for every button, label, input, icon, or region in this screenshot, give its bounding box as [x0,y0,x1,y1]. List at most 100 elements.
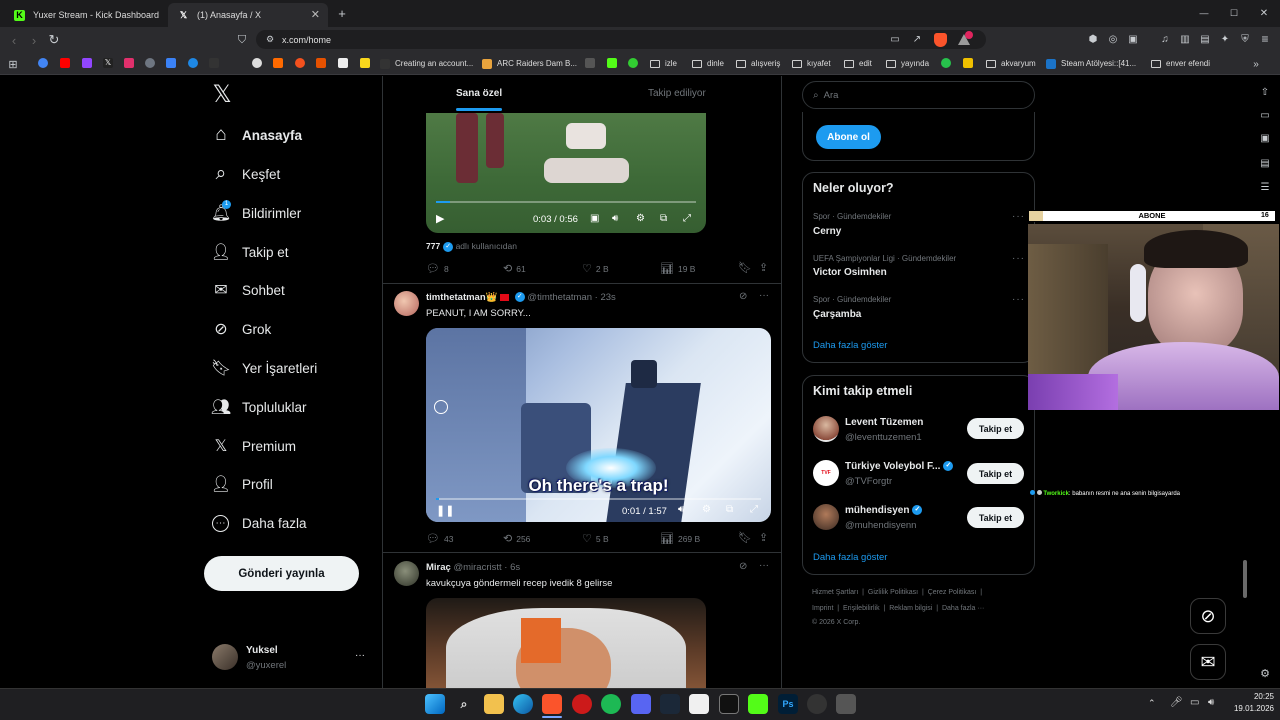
play-icon[interactable]: ▶ [436,212,444,225]
video-progress-track[interactable] [436,201,696,203]
instagram-icon[interactable] [124,58,134,68]
shield-icon[interactable]: ⬢ [1086,32,1100,46]
like-button[interactable]: ♡ 5 B [582,532,609,545]
share-button[interactable]: ⇪ [759,531,772,544]
share-button[interactable]: ⇪ [759,261,772,274]
bookmark-icon-f[interactable] [295,58,305,68]
account-more-icon[interactable]: ··· [355,650,365,661]
volume-icon[interactable]: 🔊︎ [678,504,684,515]
capcut-icon[interactable] [719,694,739,714]
fullscreen-icon[interactable]: ⤢ [750,504,758,515]
bookmark-button[interactable]: 🔖︎ [738,261,756,274]
bookmark-arc-raiders[interactable]: ARC Raiders Dam B... [482,56,577,71]
windows-start-icon[interactable] [425,694,445,714]
close-window-button[interactable]: ✕ [1256,5,1272,21]
google-icon[interactable] [38,58,48,68]
bookmark-folder-yayinda[interactable]: yayında [886,56,929,71]
site-info-icon[interactable]: ⚙ [264,33,276,45]
file-explorer-icon[interactable] [484,694,504,714]
fullscreen-icon[interactable]: ⤢ [683,213,691,224]
grok-analyze-icon[interactable]: ⊘ [739,561,747,572]
post-more-icon[interactable]: ··· [759,290,769,301]
bookmark-icon-e[interactable] [273,58,283,68]
footer-link[interactable]: Imprint | Erişilebilirlik | Reklam bilgi… [812,605,984,612]
x-bookmark-icon[interactable]: 𝕏 [103,58,113,68]
sidebar-item-home[interactable]: ⌂ Anasayfa [210,120,302,150]
maximize-button[interactable]: ☐ [1226,5,1242,21]
network-icon[interactable]: ▭ [1190,697,1199,708]
taskbar-date[interactable]: 19.01.2026 [1218,704,1274,713]
settings-icon[interactable]: ⚙ [636,213,645,224]
repost-button[interactable]: ⟲ 61 [503,262,526,275]
sidebar-item-premium[interactable]: 𝕏 Premium [210,431,296,461]
follow-button[interactable]: Takip et [967,463,1024,484]
trend-item[interactable]: Victor Osimhen [813,267,887,278]
tab-following[interactable]: Takip ediliyor [648,88,706,99]
avatar[interactable] [394,561,419,586]
account-name[interactable]: Levent Tüzemen [845,417,923,428]
side-panel-icon[interactable]: ▤ [1258,156,1272,170]
leo-ai-icon[interactable]: ✦ [1218,32,1232,46]
side-panel-icon[interactable]: ☰ [1258,180,1272,194]
search-icon[interactable]: ⌕ [454,694,474,714]
who-show-more-link[interactable]: Daha fazla göster [813,552,887,563]
bookmark-folder-izle[interactable]: izle [650,56,677,71]
side-panel-icon[interactable]: ▭ [1258,108,1272,122]
bookmark-folder-enver-efendi[interactable]: enver efendi [1151,56,1210,71]
minimize-button[interactable]: — [1196,5,1212,21]
post-time[interactable]: 23s [600,292,615,303]
post-video-2[interactable]: Oh there's a trap! ❚❚ 0:01 / 1:57 🔊︎ ⚙ ⧉… [426,328,771,522]
music-icon[interactable]: ♫ [1158,32,1172,46]
trend-more-icon[interactable]: ··· [1012,294,1025,305]
kick-app-icon[interactable] [748,694,768,714]
bookmark-icon-l[interactable] [941,58,951,68]
tab-kick-dashboard[interactable]: K Yuxer Stream - Kick Dashboard [4,3,164,27]
account-switcher[interactable]: Yuksel @yuxerel ··· [204,636,374,680]
grok-float-button[interactable]: ⊘ [1190,598,1226,634]
opera-icon[interactable] [572,694,592,714]
side-panel-icon[interactable]: ⇧ [1258,85,1272,99]
scrollbar-thumb[interactable] [1243,560,1247,598]
settings-icon[interactable]: ⚙ [702,504,711,515]
tray-chevron-icon[interactable]: ⌃ [1148,698,1156,709]
wallet-icon[interactable]: ▣ [1126,32,1140,46]
post-button[interactable]: Gönderi yayınla [204,556,359,591]
bookmark-page-icon[interactable]: ⛉ [234,32,250,48]
taskbar-clock[interactable]: 20:25 [1228,692,1274,701]
bookmark-steam-workshop[interactable]: Steam Atölyesi::[41... [1046,56,1136,71]
reply-button[interactable]: 💬︎ 43 [426,532,453,545]
volume-icon[interactable]: 🔊︎ [612,213,618,224]
sidebar-item-communities[interactable]: 👥︎ Topluluklar [210,392,307,422]
bookmark-icon-g[interactable] [316,58,326,68]
trends-show-more-link[interactable]: Daha fazla göster [813,340,887,351]
bookmark-folder-alisveris[interactable]: alışveriş [736,56,780,71]
follow-button[interactable]: Takip et [967,418,1024,439]
apps-grid-icon[interactable]: ⊞ [6,57,20,71]
youtube-icon[interactable] [60,58,70,68]
edge-icon[interactable] [513,694,533,714]
obs-icon[interactable] [807,694,827,714]
kick-bookmark-icon[interactable] [607,58,617,68]
forward-icon[interactable]: › [26,32,42,48]
github-icon[interactable] [145,58,155,68]
twitch-icon[interactable] [82,58,92,68]
post-handle[interactable]: @miracristt [453,562,501,573]
views-button[interactable]: 📊︎ 269 B [660,532,700,545]
bookmark-icon-d[interactable] [252,58,262,68]
bookmark-icon-h[interactable] [338,58,348,68]
extension-icon[interactable]: ◎ [1106,32,1120,46]
sidebar-item-more[interactable]: ⋯ Daha fazla [210,508,307,538]
pip-icon[interactable]: ⧉ [660,213,667,224]
messages-float-button[interactable]: ✉ [1190,644,1226,680]
share-icon[interactable]: ↗ [910,32,924,46]
footer-link[interactable]: Hizmet Şartları | Gizlilik Politikası | … [812,589,982,596]
bookmark-button[interactable]: 🔖︎ [738,531,756,544]
captions-icon[interactable]: ▣ [590,213,599,224]
repost-button[interactable]: ⟲ 256 [503,532,530,545]
account-name[interactable]: Türkiye Voleybol F... ✓ [845,461,954,472]
sidebar-item-explore[interactable]: ⌕ Keşfet [210,159,281,189]
bookmark-icon-i[interactable] [360,58,370,68]
brave-icon[interactable] [542,694,562,714]
x-logo-icon[interactable]: 𝕏 [208,80,236,108]
avatar[interactable] [813,416,839,442]
